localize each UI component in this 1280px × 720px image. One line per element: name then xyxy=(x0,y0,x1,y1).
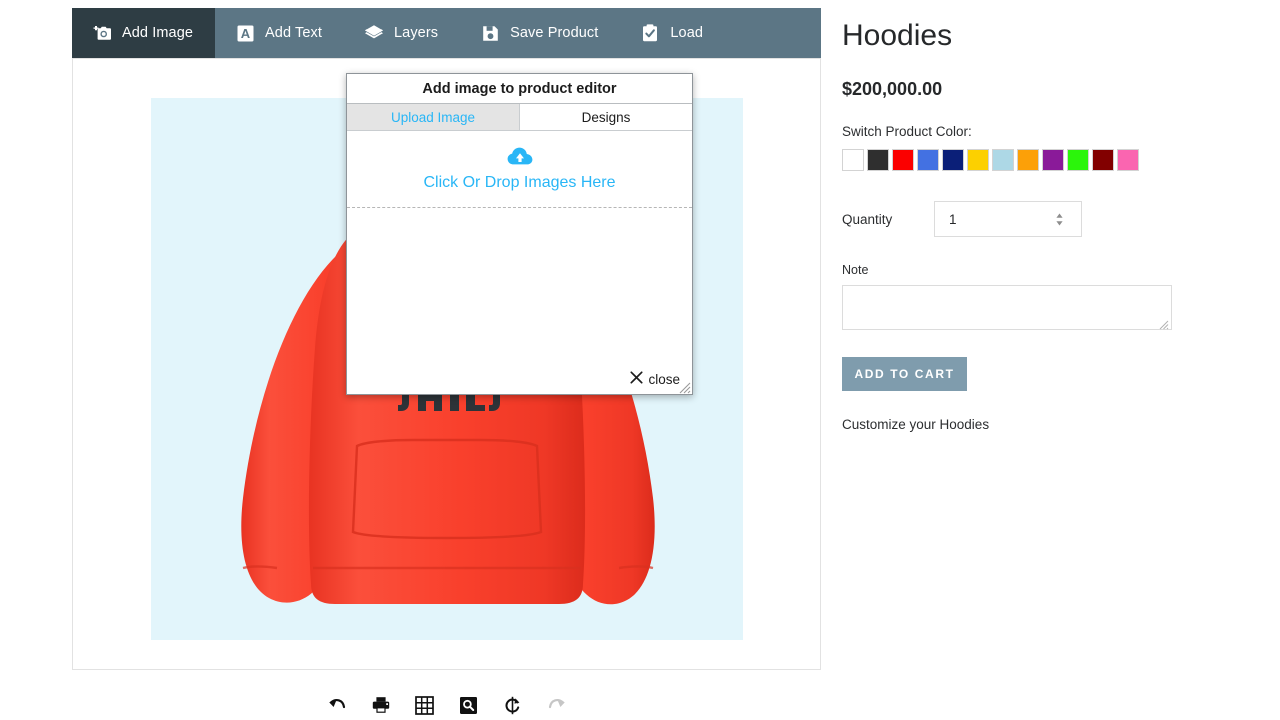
editor-toolbar: Add Image A Add Text Layers Save Product… xyxy=(72,8,821,58)
close-button[interactable]: close xyxy=(630,371,680,387)
product-price: $200,000.00 xyxy=(842,79,943,99)
image-dropzone[interactable]: Click Or Drop Images Here xyxy=(347,131,692,208)
quantity-stepper[interactable] xyxy=(1053,211,1065,228)
note-label: Note xyxy=(842,263,869,277)
color-swatch-light-blue[interactable] xyxy=(992,149,1014,171)
text-a-icon: A xyxy=(235,23,255,43)
color-swatch-orange[interactable] xyxy=(1017,149,1039,171)
page-root: Add Image A Add Text Layers Save Product… xyxy=(0,0,1280,720)
toolbar-item-save-product-label: Save Product xyxy=(510,24,599,41)
color-swatch-navy[interactable] xyxy=(942,149,964,171)
toolbar-item-layers-label: Layers xyxy=(394,24,439,41)
toolbar-item-save-product[interactable]: Save Product xyxy=(460,8,620,58)
note-textarea[interactable] xyxy=(842,285,1172,330)
color-swatch-white[interactable] xyxy=(842,149,864,171)
redo-icon xyxy=(546,694,568,716)
camera-add-icon xyxy=(92,23,112,43)
add-image-modal[interactable]: Add image to product editor Upload Image… xyxy=(346,73,693,395)
product-editor: Add Image A Add Text Layers Save Product… xyxy=(72,8,821,715)
color-swatch-maroon[interactable] xyxy=(1092,149,1114,171)
print-icon[interactable] xyxy=(370,694,392,716)
toolbar-item-load[interactable]: Load xyxy=(620,8,725,58)
zoom-icon[interactable] xyxy=(458,694,480,716)
grid-icon[interactable] xyxy=(414,694,436,716)
quantity-value: 1 xyxy=(949,211,957,227)
quantity-label: Quantity xyxy=(842,211,893,227)
add-to-cart-button[interactable]: ADD TO CART xyxy=(842,357,967,391)
color-swatch-green[interactable] xyxy=(1067,149,1089,171)
editor-bottom-toolbar xyxy=(72,682,821,720)
modal-title-bar[interactable]: Add image to product editor xyxy=(347,74,692,104)
color-swatch-black[interactable] xyxy=(867,149,889,171)
quantity-input[interactable]: 1 xyxy=(934,201,1082,237)
color-swatch-royal-blue[interactable] xyxy=(917,149,939,171)
toolbar-item-add-image-label: Add Image xyxy=(122,24,194,41)
modal-resize-handle[interactable] xyxy=(679,381,691,394)
uploaded-images-panel[interactable] xyxy=(347,208,692,364)
product-details-panel: Hoodies $200,000.00 Switch Product Color… xyxy=(842,18,1242,432)
floppy-save-icon xyxy=(480,23,500,43)
modal-title: Add image to product editor xyxy=(422,80,617,97)
layers-icon xyxy=(364,23,384,43)
modal-footer: close xyxy=(347,364,692,394)
tab-designs-label: Designs xyxy=(581,109,631,125)
toolbar-item-add-text-label: Add Text xyxy=(265,24,322,41)
color-swatch-yellow[interactable] xyxy=(967,149,989,171)
toolbar-item-add-text[interactable]: A Add Text xyxy=(215,8,344,58)
color-swatch-pink[interactable] xyxy=(1117,149,1139,171)
clipboard-check-icon xyxy=(640,23,660,43)
color-swatch-list xyxy=(842,149,1242,171)
tab-upload-image[interactable]: Upload Image xyxy=(347,104,520,130)
toolbar-item-load-label: Load xyxy=(670,24,704,41)
note-resize-handle[interactable] xyxy=(1159,317,1169,330)
tab-upload-image-label: Upload Image xyxy=(390,109,476,125)
color-swatch-purple[interactable] xyxy=(1042,149,1064,171)
cloud-upload-icon xyxy=(507,147,533,171)
reset-icon[interactable] xyxy=(502,694,524,716)
modal-tab-bar: Upload Image Designs xyxy=(347,104,692,131)
tab-designs[interactable]: Designs xyxy=(520,104,692,130)
svg-text:A: A xyxy=(240,26,250,41)
page-title: Hoodies xyxy=(842,19,953,52)
close-button-label: close xyxy=(648,371,680,387)
customize-product-link[interactable]: Customize your Hoodies xyxy=(842,417,1242,432)
dropzone-label: Click Or Drop Images Here xyxy=(423,173,616,191)
quantity-row: Quantity 1 xyxy=(842,201,1242,237)
toolbar-item-add-image[interactable]: Add Image xyxy=(72,8,216,58)
undo-icon[interactable] xyxy=(326,694,348,716)
toolbar-item-layers[interactable]: Layers xyxy=(344,8,460,58)
color-picker-label: Switch Product Color: xyxy=(842,124,972,139)
close-x-icon xyxy=(630,371,644,387)
color-swatch-red[interactable] xyxy=(892,149,914,171)
